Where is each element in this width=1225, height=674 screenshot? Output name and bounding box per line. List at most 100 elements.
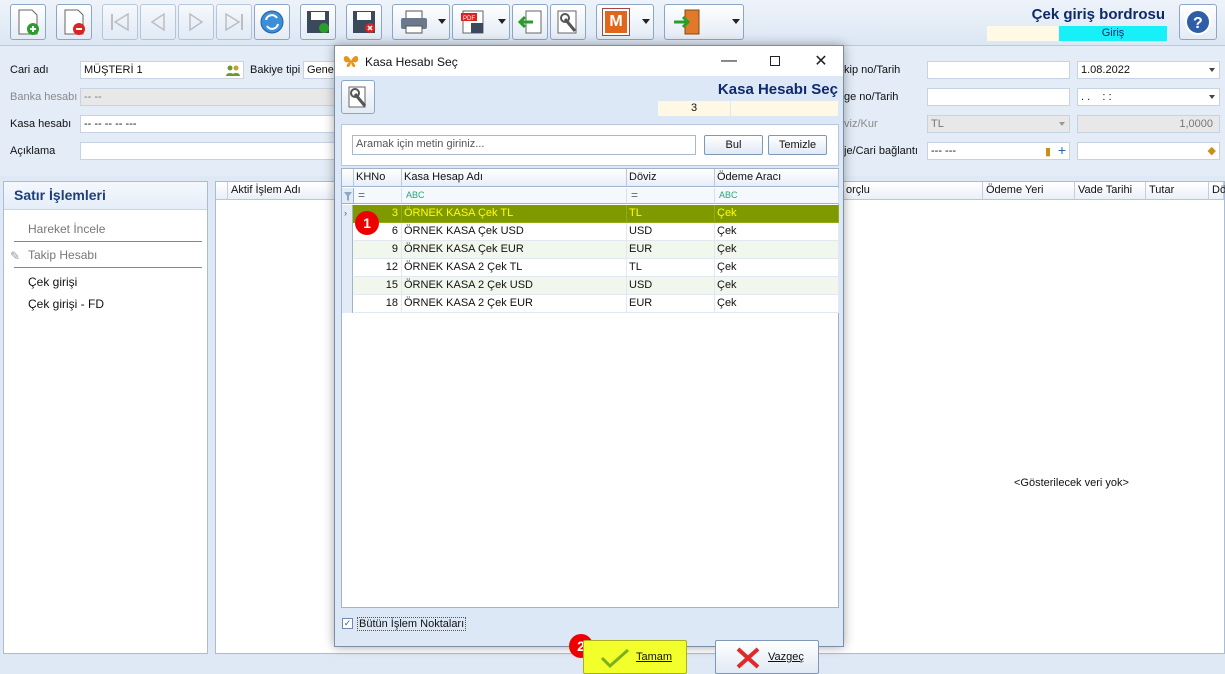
delete-document-icon xyxy=(64,9,85,35)
aciklama-field[interactable] xyxy=(80,142,335,160)
filter-doviz[interactable]: = xyxy=(627,188,715,204)
column-header-odeme-araci[interactable]: Ödeme Aracı xyxy=(715,169,839,187)
search-input[interactable]: Aramak için metin giriniz... xyxy=(352,135,696,155)
all-points-label[interactable]: Bütün İşlem Noktaları xyxy=(357,617,467,631)
kasa-hesap-grid: KHNo Kasa Hesap Adı Döviz Ödeme Aracı = … xyxy=(341,168,839,608)
minimize-button[interactable]: — xyxy=(706,46,752,76)
divider xyxy=(14,267,202,268)
row-indicator xyxy=(342,223,353,241)
dialog-header-value: 3 xyxy=(658,101,730,116)
takip-hesabi-item[interactable]: Takip Hesabı xyxy=(28,248,97,262)
banka-hesabi-field[interactable]: -- -- xyxy=(80,88,335,106)
last-record-button[interactable] xyxy=(216,4,252,40)
aciklama-label: Açıklama xyxy=(10,145,56,157)
doviz-kur-label: viz/Kur xyxy=(844,118,878,130)
table-row-selected[interactable]: › 3 ÖRNEK KASA Çek TL TL Çek xyxy=(342,205,839,223)
column-header[interactable]: Tutar xyxy=(1146,182,1209,200)
column-header[interactable]: orçlu xyxy=(843,182,983,200)
import-button[interactable] xyxy=(512,4,548,40)
column-header[interactable]: Aktif İşlem Adı xyxy=(228,182,348,200)
grid-corner xyxy=(216,182,228,200)
belge-date-field[interactable]: . . : : xyxy=(1077,88,1220,106)
cek-girisi-item[interactable]: Çek girişi xyxy=(28,275,77,289)
tamam-button[interactable]: Tamam xyxy=(583,640,687,674)
bakiye-tipi-select[interactable]: Genel xyxy=(303,61,335,79)
exit-button[interactable] xyxy=(664,4,744,40)
cell-doviz: EUR xyxy=(627,295,715,313)
cari-baglanti-field[interactable]: ◆ xyxy=(1077,142,1220,160)
cell-doviz: TL xyxy=(627,205,715,223)
save-close-button[interactable] xyxy=(346,4,382,40)
step-badge-1: 1 xyxy=(355,211,379,235)
bul-button[interactable]: Bul xyxy=(704,135,763,155)
main-toolbar: PDF M Çek giriş bordrosu Giriş ? xyxy=(0,0,1225,46)
users-icon[interactable] xyxy=(226,64,240,76)
cek-girisi-fd-item[interactable]: Çek girişi - FD xyxy=(28,297,104,311)
table-row[interactable]: 12 ÖRNEK KASA 2 Çek TL TL Çek xyxy=(342,259,839,277)
table-row[interactable]: 6 ÖRNEK KASA Çek USD USD Çek xyxy=(342,223,839,241)
refresh-button[interactable] xyxy=(254,4,290,40)
kasa-hesabi-field[interactable]: -- -- -- -- --- xyxy=(80,115,335,133)
banka-hesabi-label: Banka hesabı xyxy=(10,91,78,103)
cell-khno: 12 xyxy=(354,259,402,277)
vazgec-button[interactable]: Vazgeç xyxy=(715,640,819,674)
pdf-export-button[interactable]: PDF xyxy=(452,4,510,40)
first-record-button[interactable] xyxy=(102,4,138,40)
previous-record-button[interactable] xyxy=(140,4,176,40)
column-header[interactable]: Vade Tarihi xyxy=(1075,182,1146,200)
maximize-button[interactable] xyxy=(752,46,798,76)
cell-doviz: USD xyxy=(627,223,715,241)
table-row[interactable]: 9 ÖRNEK KASA Çek EUR EUR Çek xyxy=(342,241,839,259)
cell-arac: Çek xyxy=(715,277,839,295)
filter-odeme-araci[interactable]: ABC xyxy=(715,188,839,204)
belge-no-field[interactable] xyxy=(927,88,1070,106)
dialog-window-title: Kasa Hesabı Seç xyxy=(365,55,458,69)
close-button[interactable]: ✕ xyxy=(798,46,844,76)
new-document-button[interactable] xyxy=(10,4,46,40)
filter-icon[interactable] xyxy=(342,188,354,204)
grid-corner xyxy=(342,169,354,187)
filter-khno[interactable]: = xyxy=(354,188,402,204)
cell-doviz: TL xyxy=(627,259,715,277)
vazgec-label: Vazgeç xyxy=(768,651,804,663)
takip-date-field[interactable]: 1.08.2022 xyxy=(1077,61,1220,79)
kur-field[interactable]: 1,0000 xyxy=(1077,115,1220,133)
chevron-down-icon xyxy=(438,19,446,24)
temizle-button[interactable]: Temizle xyxy=(768,135,827,155)
m-menu-button[interactable]: M xyxy=(596,4,654,40)
chevron-down-icon xyxy=(732,19,740,24)
column-header-khno[interactable]: KHNo xyxy=(354,169,402,187)
filter-kasa-hesap-adi[interactable]: ABC xyxy=(402,188,627,204)
takip-no-field[interactable] xyxy=(927,61,1070,79)
proje-field[interactable]: --- --- ▮ + xyxy=(927,142,1070,160)
delete-document-button[interactable] xyxy=(56,4,92,40)
mode-badge: Giriş xyxy=(1059,26,1167,41)
column-header[interactable]: Dö xyxy=(1209,182,1225,200)
hareket-incele-item[interactable]: Hareket İncele xyxy=(28,222,105,236)
svg-text:PDF: PDF xyxy=(463,16,475,22)
cari-adi-field[interactable]: MÜŞTERİ 1 xyxy=(80,61,244,79)
cell-arac: Çek xyxy=(715,241,839,259)
doviz-select[interactable]: TL xyxy=(927,115,1070,133)
dialog-settings-button[interactable] xyxy=(341,80,375,114)
plus-icon[interactable]: + xyxy=(1058,143,1066,158)
table-row[interactable]: 18 ÖRNEK KASA 2 Çek EUR EUR Çek xyxy=(342,295,839,313)
next-record-button[interactable] xyxy=(178,4,214,40)
wrench-icon xyxy=(348,86,367,108)
print-button[interactable] xyxy=(392,4,450,40)
settings-button[interactable] xyxy=(550,4,586,40)
satir-islemleri-panel: Satır İşlemleri Hareket İncele ✎ Takip H… xyxy=(3,181,208,654)
help-button[interactable]: ? xyxy=(1179,4,1217,40)
column-header-kasa-hesap-adi[interactable]: Kasa Hesap Adı xyxy=(402,169,627,187)
checkmark-icon xyxy=(600,648,629,669)
bakiye-tipi-label: Bakiye tipi xyxy=(250,64,301,76)
all-points-checkbox[interactable]: ✓ xyxy=(342,618,353,629)
table-row[interactable]: 15 ÖRNEK KASA 2 Çek USD USD Çek xyxy=(342,277,839,295)
save-button[interactable] xyxy=(300,4,336,40)
column-header-doviz[interactable]: Döviz xyxy=(627,169,715,187)
column-header[interactable]: Ödeme Yeri xyxy=(983,182,1075,200)
dialog-header-title: Kasa Hesabı Seç xyxy=(717,81,838,98)
row-indicator xyxy=(342,259,353,277)
kasa-hesabi-dialog: Kasa Hesabı Seç — ✕ Kasa Hesabı Seç 3 Ar… xyxy=(334,45,844,674)
eraser-icon[interactable]: ◆ xyxy=(1208,143,1216,159)
